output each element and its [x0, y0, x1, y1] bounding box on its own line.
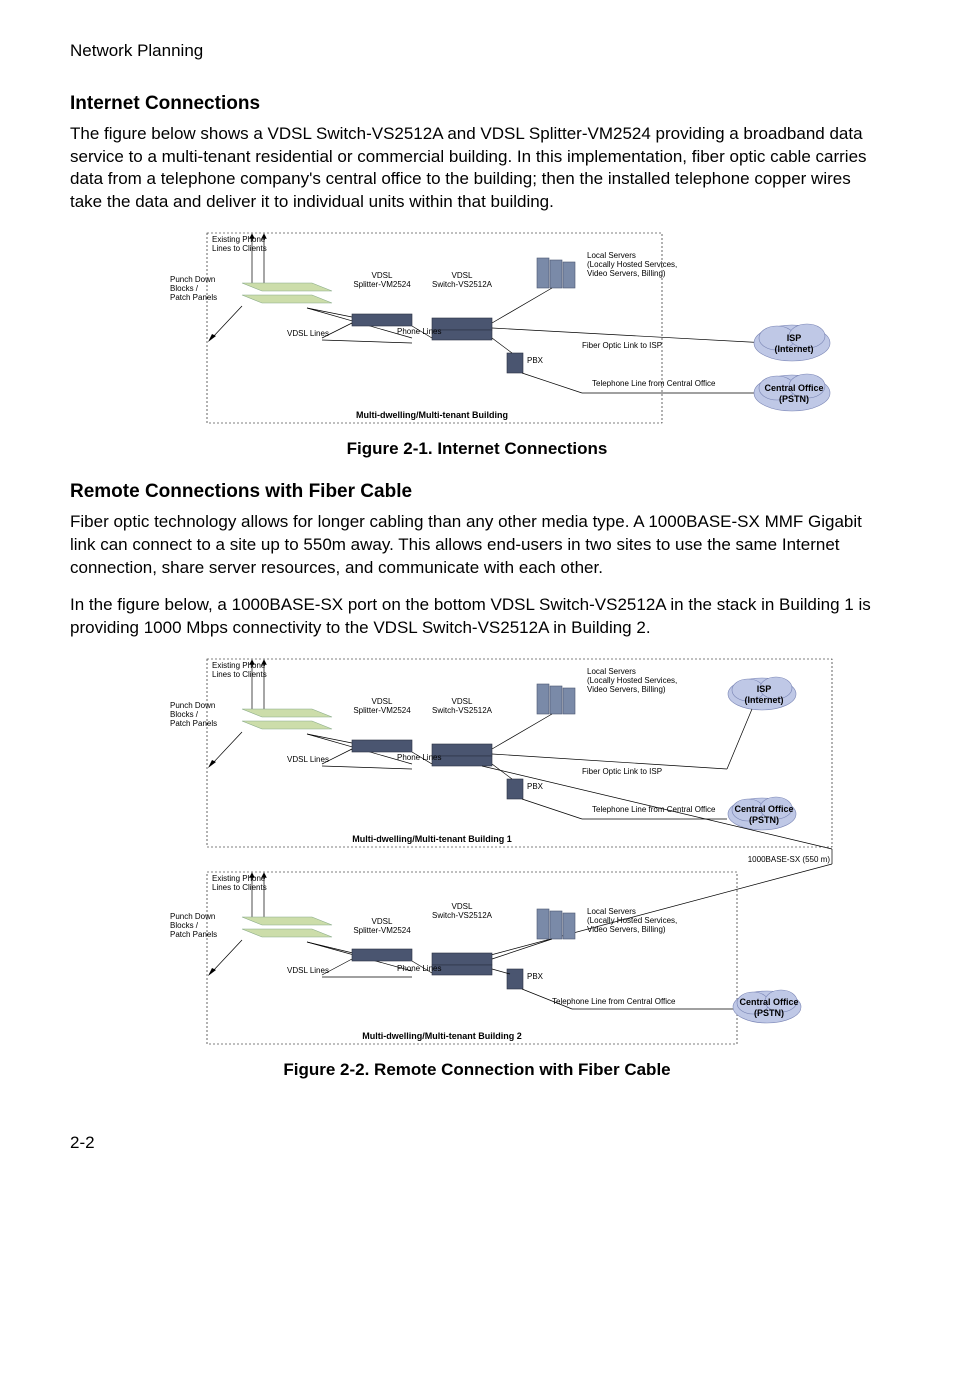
lbl: Switch-VS2512A — [432, 911, 493, 920]
lbl: Video Servers, Billing) — [587, 925, 666, 934]
lbl-existing-phone2: Lines to Clients — [212, 244, 267, 253]
heading-remote-fiber: Remote Connections with Fiber Cable — [70, 479, 884, 505]
lbl-phone-lines: Phone Lines — [397, 327, 441, 336]
lbl: Telephone Line from Central Office — [592, 805, 716, 814]
lbl: (PSTN) — [749, 815, 779, 825]
lbl: (Locally Hosted Services, — [587, 676, 677, 685]
page-number: 2-2 — [70, 1132, 884, 1155]
lbl-isp2: (Internet) — [775, 344, 814, 354]
lbl: VDSL — [372, 697, 393, 706]
para-internet-connections: The figure below shows a VDSL Switch-VS2… — [70, 123, 884, 215]
lbl-punch1: Punch Down — [170, 275, 215, 284]
lbl-splitter1: VDSL — [372, 271, 393, 280]
lbl-building2: Multi-dwelling/Multi-tenant Building 2 — [362, 1031, 521, 1041]
para-remote-1: Fiber optic technology allows for longer… — [70, 511, 884, 580]
lbl: Existing Phone — [212, 874, 266, 883]
lbl: Existing Phone — [212, 661, 266, 670]
lbl: VDSL — [452, 697, 473, 706]
lbl: VDSL — [372, 917, 393, 926]
section-header: Network Planning — [70, 40, 884, 63]
para-remote-2: In the figure below, a 1000BASE-SX port … — [70, 594, 884, 640]
lbl-localsrv3: Video Servers, Billing) — [587, 269, 666, 278]
lbl-building: Multi-dwelling/Multi-tenant Building — [356, 410, 508, 420]
lbl: Punch Down — [170, 701, 215, 710]
lbl: Patch Panels — [170, 930, 217, 939]
lbl-tel: Telephone Line from Central Office — [592, 379, 716, 388]
lbl: Lines to Clients — [212, 883, 267, 892]
lbl-building1: Multi-dwelling/Multi-tenant Building 1 — [352, 834, 511, 844]
lbl: Central Office — [739, 997, 798, 1007]
lbl-switch1: VDSL — [452, 271, 473, 280]
lbl-existing-phone: Existing Phone — [212, 235, 266, 244]
lbl-localsrv2: (Locally Hosted Services, — [587, 260, 677, 269]
lbl: VDSL — [452, 902, 473, 911]
lbl: Local Servers — [587, 667, 636, 676]
lbl-splitter2: Splitter-VM2524 — [353, 280, 411, 289]
lbl-punch3: Patch Panels — [170, 293, 217, 302]
figure-2-2: Existing Phone Lines to Clients Punch Do… — [70, 654, 884, 1049]
lbl-fiber: Fiber Optic Link to ISP — [582, 341, 662, 350]
lbl: ISP — [757, 684, 772, 694]
figure-2-1: Existing Phone Lines to Clients Punch Do… — [70, 228, 884, 428]
punch-down-icon — [242, 283, 332, 303]
lbl: PBX — [527, 782, 544, 791]
lbl-localsrv1: Local Servers — [587, 251, 636, 260]
lbl: PBX — [527, 972, 544, 981]
lbl-isp1: ISP — [787, 333, 802, 343]
lbl: Splitter-VM2524 — [353, 926, 411, 935]
lbl-switch2: Switch-VS2512A — [432, 280, 493, 289]
lbl: Central Office — [734, 804, 793, 814]
lbl: Local Servers — [587, 907, 636, 916]
lbl: Blocks / — [170, 710, 199, 719]
lbl: Patch Panels — [170, 719, 217, 728]
lbl-pbx: PBX — [527, 356, 544, 365]
lbl-co2: (PSTN) — [779, 394, 809, 404]
local-servers-icon — [537, 258, 575, 288]
figure-2-2-caption: Figure 2-2. Remote Connection with Fiber… — [70, 1059, 884, 1082]
figure-2-1-caption: Figure 2-1. Internet Connections — [70, 438, 884, 461]
lbl: Blocks / — [170, 921, 199, 930]
lbl: Telephone Line from Central Office — [552, 997, 676, 1006]
lbl: (Locally Hosted Services, — [587, 916, 677, 925]
lbl: Splitter-VM2524 — [353, 706, 411, 715]
lbl-vdsl-lines: VDSL Lines — [287, 329, 329, 338]
lbl: Lines to Clients — [212, 670, 267, 679]
lbl: Video Servers, Billing) — [587, 685, 666, 694]
lbl: Fiber Optic Link to ISP — [582, 767, 662, 776]
lbl: (PSTN) — [754, 1008, 784, 1018]
lbl: VDSL Lines — [287, 755, 329, 764]
lbl-co1: Central Office — [764, 383, 823, 393]
vdsl-splitter-icon — [352, 314, 412, 326]
lbl: Punch Down — [170, 912, 215, 921]
lbl: Switch-VS2512A — [432, 706, 493, 715]
heading-internet-connections: Internet Connections — [70, 91, 884, 117]
lbl-1000base: 1000BASE-SX (550 m) — [748, 855, 831, 864]
pbx-icon — [507, 353, 523, 373]
lbl: (Internet) — [745, 695, 784, 705]
lbl: Phone Lines — [397, 753, 441, 762]
lbl: VDSL Lines — [287, 966, 329, 975]
lbl-punch2: Blocks / — [170, 284, 199, 293]
